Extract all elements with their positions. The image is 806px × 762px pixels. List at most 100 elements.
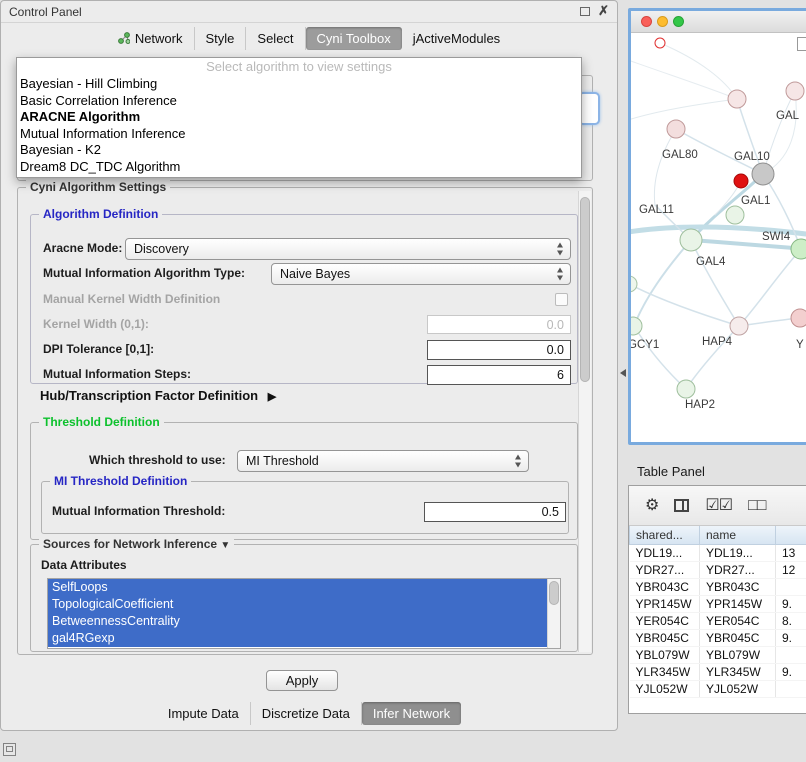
network-node[interactable]: [791, 239, 806, 259]
bottom-tab-discretize-data[interactable]: Discretize Data: [251, 702, 362, 725]
column-header[interactable]: [776, 526, 806, 545]
node-label: GAL: [776, 110, 800, 122]
tab-cyni-toolbox[interactable]: Cyni Toolbox: [306, 27, 402, 50]
table-cell: 9.: [776, 630, 806, 647]
select-checkboxes-icon[interactable]: ☑☑: [705, 498, 732, 514]
control-panel-titlebar: Control Panel ✗: [1, 1, 617, 23]
combo-arrows-icon: [515, 455, 522, 468]
kernel-width-field[interactable]: 0.0: [427, 315, 571, 334]
table-row[interactable]: YJL052WYJL052W: [630, 681, 806, 698]
table-row[interactable]: YDR27...YDR27...12: [630, 562, 806, 579]
clear-checkboxes-icon[interactable]: □□: [748, 498, 765, 514]
network-node[interactable]: [631, 276, 637, 292]
network-node[interactable]: [677, 380, 695, 398]
close-button[interactable]: [641, 16, 652, 27]
list-item-betweennesscentrality[interactable]: BetweennessCentrality: [48, 613, 547, 630]
table-row[interactable]: YPR145WYPR145W9.: [630, 596, 806, 613]
tab-jactivemodules[interactable]: jActiveModules: [402, 27, 511, 50]
zoom-button[interactable]: [673, 16, 684, 27]
algorithm-options: Bayesian - Hill ClimbingBasic Correlatio…: [17, 76, 581, 175]
which-threshold-combobox[interactable]: MI Threshold: [237, 450, 529, 472]
splitter-collapse-icon[interactable]: [620, 369, 626, 377]
gear-icon[interactable]: ⚙: [645, 498, 658, 514]
tab-select[interactable]: Select: [246, 27, 305, 50]
table-row[interactable]: YBR045CYBR045C9.: [630, 630, 806, 647]
sources-group: Sources for Network Inference ▼ Data Att…: [30, 544, 578, 652]
mi-type-label: Mutual Information Algorithm Type:: [43, 266, 245, 281]
network-node[interactable]: [786, 82, 804, 100]
column-header[interactable]: shared...: [630, 526, 700, 545]
mi-threshold-field[interactable]: 0.5: [424, 502, 566, 522]
bottom-tab-impute-data[interactable]: Impute Data: [157, 702, 251, 725]
aracne-mode-combobox[interactable]: Discovery: [125, 238, 571, 260]
list-item-gal4rgexp[interactable]: gal4RGexp: [48, 630, 547, 647]
network-overview-toggle[interactable]: [797, 37, 806, 51]
data-attributes-list[interactable]: SelfLoopsTopologicalCoefficientBetweenne…: [47, 578, 561, 649]
tab-style[interactable]: Style: [195, 27, 247, 50]
restore-panel-icon[interactable]: [3, 743, 16, 756]
hub-definition-toggle[interactable]: Hub/Transcription Factor Definition ▶: [40, 388, 276, 403]
list-scrollbar[interactable]: [547, 579, 560, 648]
network-icon: [118, 32, 130, 44]
column-header[interactable]: name: [700, 526, 776, 545]
settings-scrollbar-thumb[interactable]: [580, 197, 590, 382]
manual-kernel-checkbox[interactable]: [555, 293, 568, 306]
table-row[interactable]: YLR345WYLR345W9.: [630, 664, 806, 681]
algorithm-option-dream8-dc-tdc-algorithm[interactable]: Dream8 DC_TDC Algorithm: [17, 159, 581, 176]
table-panel: ⚙ ☑☑ □□ shared...name YDL19...YDL19...13YD…: [628, 485, 806, 714]
combo-arrows-icon: [557, 268, 564, 281]
algorithm-option-aracne-algorithm[interactable]: ARACNE Algorithm: [17, 109, 581, 126]
table-row[interactable]: YBR043CYBR043C: [630, 579, 806, 596]
mi-steps-label: Mutual Information Steps:: [43, 367, 191, 382]
table-row[interactable]: YDL19...YDL19...13: [630, 545, 806, 562]
mi-steps-field[interactable]: 6: [427, 365, 571, 385]
algorithm-option-mutual-information-inference[interactable]: Mutual Information Inference: [17, 126, 581, 143]
table-cell: YER054C: [630, 613, 700, 630]
list-item-topologicalcoefficient[interactable]: TopologicalCoefficient: [48, 596, 547, 613]
network-node[interactable]: [726, 206, 744, 224]
node-table: shared...name YDL19...YDL19...13YDR27...…: [629, 526, 806, 698]
apply-button[interactable]: Apply: [266, 670, 338, 691]
bottom-tab-infer-network[interactable]: Infer Network: [362, 702, 461, 725]
table-row[interactable]: YBL079WYBL079W: [630, 647, 806, 664]
algorithm-option-bayesian-k2[interactable]: Bayesian - K2: [17, 142, 581, 159]
algorithm-definition-title: Algorithm Definition: [39, 207, 162, 221]
network-edge: [634, 326, 686, 389]
network-canvas[interactable]: GALGAL80GAL10GAL11GAL1SWI4GAL4GCY1HAP4YH…: [631, 33, 806, 442]
network-node[interactable]: [791, 309, 806, 327]
tab-network[interactable]: Network: [107, 27, 195, 50]
dpi-tolerance-field[interactable]: 0.0: [427, 340, 571, 360]
float-panel-icon[interactable]: [580, 7, 590, 16]
tab-label: Style: [206, 31, 235, 46]
close-panel-icon[interactable]: ✗: [598, 5, 609, 17]
network-graph[interactable]: GALGAL80GAL10GAL11GAL1SWI4GAL4GCY1HAP4YH…: [631, 33, 806, 442]
minimize-button[interactable]: [657, 16, 668, 27]
table-cell: YBR045C: [700, 630, 776, 647]
mi-type-combobox[interactable]: Naive Bayes: [271, 263, 571, 285]
table-row[interactable]: YER054CYER054C8.: [630, 613, 806, 630]
network-node[interactable]: [752, 163, 774, 185]
mi-type-value: Naive Bayes: [280, 267, 350, 281]
list-item-selfloops[interactable]: SelfLoops: [48, 579, 547, 596]
algorithm-option-bayesian-hill-climbing[interactable]: Bayesian - Hill Climbing: [17, 76, 581, 93]
network-node[interactable]: [667, 120, 685, 138]
network-view-window: GALGAL80GAL10GAL11GAL1SWI4GAL4GCY1HAP4YH…: [628, 8, 806, 445]
network-node[interactable]: [730, 317, 748, 335]
table-cell: YBR045C: [630, 630, 700, 647]
bottom-tab-bar: Impute DataDiscretize DataInfer Network: [1, 701, 617, 725]
mi-threshold-group: MI Threshold Definition Mutual Informati…: [41, 481, 569, 534]
network-node[interactable]: [655, 38, 665, 48]
network-node[interactable]: [631, 317, 642, 335]
node-label: HAP2: [685, 399, 715, 411]
network-node[interactable]: [680, 229, 702, 251]
columns-icon[interactable]: [674, 499, 689, 512]
network-node[interactable]: [728, 90, 746, 108]
list-scrollbar-thumb[interactable]: [549, 581, 559, 605]
algorithm-option-basic-correlation-inference[interactable]: Basic Correlation Inference: [17, 93, 581, 110]
network-node[interactable]: [734, 174, 748, 188]
table-cell: 9.: [776, 596, 806, 613]
node-label: GAL1: [741, 195, 770, 207]
chevron-down-icon[interactable]: ▼: [220, 540, 230, 551]
table-cell: YBL079W: [700, 647, 776, 664]
settings-scrollbar[interactable]: [578, 191, 591, 652]
